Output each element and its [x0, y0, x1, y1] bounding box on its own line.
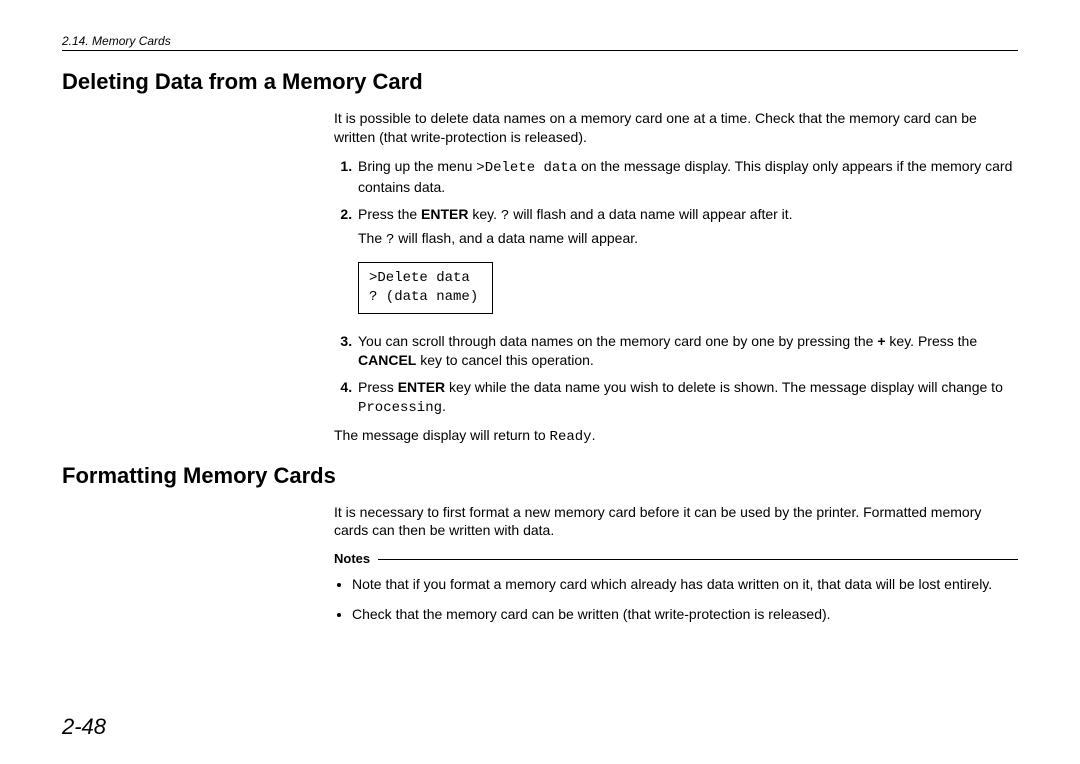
step4-text-b: key while the data name you wish to dele…: [445, 379, 1003, 395]
section1-steps: Bring up the menu >Delete data on the me…: [334, 157, 1018, 418]
display-line1: >Delete data: [369, 270, 470, 286]
step1-text-a: Bring up the menu: [358, 158, 476, 174]
step2-note-a: The: [358, 230, 386, 246]
after-text-b: .: [592, 427, 596, 443]
step2-note: The ? will flash, and a data name will a…: [358, 229, 1018, 250]
step3-text-c: key to cancel this operation.: [416, 352, 593, 368]
page: 2.14. Memory Cards Deleting Data from a …: [0, 0, 1080, 764]
notes-header: Notes: [334, 550, 1018, 568]
page-number: 2-48: [62, 714, 106, 740]
section1-intro: It is possible to delete data names on a…: [334, 109, 1018, 147]
step3-plus-key: +: [877, 333, 885, 349]
header-rule: [62, 50, 1018, 51]
notes-list: Note that if you format a memory card wh…: [334, 574, 1018, 624]
section1-after: The message display will return to Ready…: [334, 426, 1018, 447]
step2-text-b: key.: [468, 206, 500, 222]
step2-note-b: will flash, and a data name will appear.: [394, 230, 638, 246]
step4-processing: Processing: [358, 400, 442, 416]
step-1: Bring up the menu >Delete data on the me…: [356, 157, 1018, 197]
step4-text-a: Press: [358, 379, 398, 395]
notes-label: Notes: [334, 550, 370, 568]
after-ready: Ready: [550, 429, 592, 445]
section2-body: It is necessary to first format a new me…: [334, 503, 1018, 624]
section2-intro: It is necessary to first format a new me…: [334, 503, 1018, 541]
step3-text-b: key. Press the: [886, 333, 978, 349]
heading-formatting: Formatting Memory Cards: [62, 463, 1018, 489]
step2-key-enter: ENTER: [421, 206, 468, 222]
running-header: 2.14. Memory Cards: [62, 34, 1018, 48]
heading-deleting: Deleting Data from a Memory Card: [62, 69, 1018, 95]
step3-cancel-key: CANCEL: [358, 352, 416, 368]
step4-text-c: .: [442, 398, 446, 414]
step2-text-c: will flash and a data name will appear a…: [509, 206, 792, 222]
step-3: You can scroll through data names on the…: [356, 332, 1018, 370]
step2-text-a: Press the: [358, 206, 421, 222]
step3-text-a: You can scroll through data names on the…: [358, 333, 877, 349]
step4-enter-key: ENTER: [398, 379, 445, 395]
note-2: Check that the memory card can be writte…: [352, 604, 1018, 624]
display-box: >Delete data ? (data name): [358, 262, 493, 314]
section1-body: It is possible to delete data names on a…: [334, 109, 1018, 447]
step1-code: >Delete data: [476, 160, 577, 176]
notes-rule: [378, 559, 1018, 560]
note-1: Note that if you format a memory card wh…: [352, 574, 1018, 594]
after-text-a: The message display will return to: [334, 427, 550, 443]
step-4: Press ENTER key while the data name you …: [356, 378, 1018, 418]
step-2: Press the ENTER key. ? will flash and a …: [356, 205, 1018, 325]
display-line2: ? (data name): [369, 289, 478, 305]
